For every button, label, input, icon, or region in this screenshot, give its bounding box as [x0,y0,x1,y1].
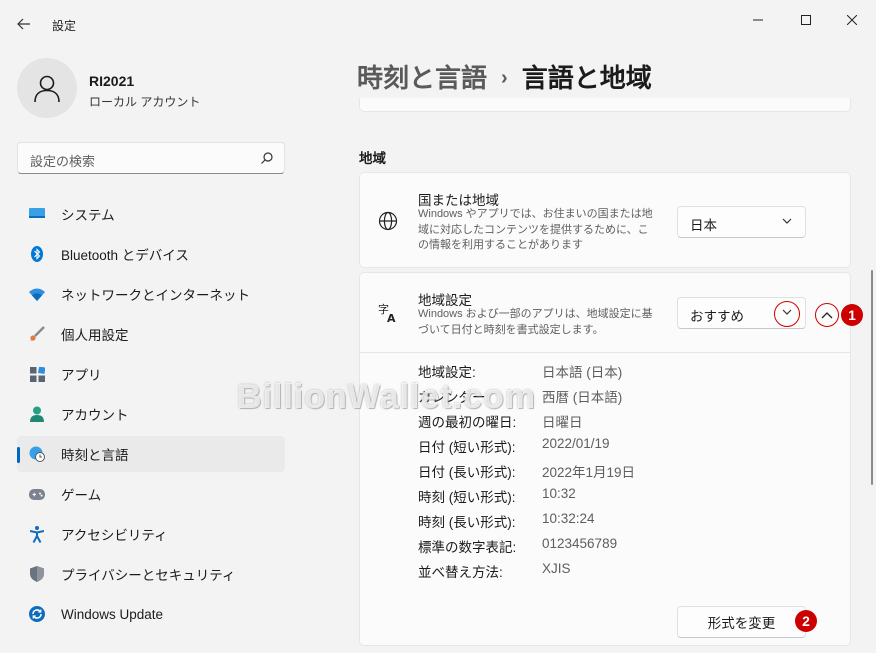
sidebar-item-label: アカウント [61,408,129,423]
svg-text:A: A [387,312,396,323]
search-icon[interactable] [260,151,274,165]
profile-name: RI2021 [89,73,135,89]
detail-value: 西暦 (日本語) [542,390,623,405]
sidebar-item-accounts[interactable]: アカウント [17,396,285,432]
detail-label: 日付 (長い形式): [418,465,516,480]
detail-value: XJIS [542,561,571,576]
maximize-button[interactable] [783,6,829,34]
regional-format-card: 字A 地域設定 Windows および一部のアプリは、地域設定に基づいて日付と時… [359,272,863,646]
detail-label: 時刻 (短い形式): [418,490,516,505]
close-button[interactable] [829,6,875,34]
breadcrumb-parent[interactable]: 時刻と言語 [357,63,487,93]
detail-value: 10:32:24 [542,511,595,526]
regional-format-description: Windows および一部のアプリは、地域設定に基づいて日付と時刻を書式設定しま… [418,308,653,336]
annotation-badge-1: 1 [841,304,863,326]
monitor-icon [29,206,45,222]
collapse-button[interactable] [815,303,839,327]
previous-card-edge [359,98,851,112]
minimize-icon [753,19,763,21]
gamepad-icon [29,486,45,502]
country-region-value: 日本 [690,218,717,233]
detail-label: 日付 (短い形式): [418,440,516,455]
user-icon [34,75,60,103]
sidebar-item-time-language[interactable]: 時刻と言語 [17,436,285,472]
globe-clock-icon [29,446,45,462]
sidebar-item-accessibility[interactable]: アクセシビリティ [17,516,285,552]
detail-label: カレンダー: [418,390,490,405]
sidebar-item-personalization[interactable]: 個人用設定 [17,316,285,352]
regional-format-value: おすすめ [690,309,744,324]
country-region-dropdown[interactable]: 日本 [677,206,806,238]
detail-value: 10:32 [542,486,576,501]
sidebar-item-label: 個人用設定 [61,328,129,343]
language-icon: 字A [378,303,398,323]
regional-format-header[interactable]: 字A 地域設定 Windows および一部のアプリは、地域設定に基づいて日付と時… [360,273,863,353]
sidebar-item-label: Bluetooth とデバイス [61,248,189,263]
change-formats-button[interactable]: 形式を変更 [677,606,806,638]
detail-label: 地域設定: [418,365,476,380]
sidebar-item-label: システム [61,208,115,223]
avatar [17,58,77,118]
maximize-icon [801,15,811,25]
annotation-circle [774,301,800,327]
bluetooth-icon [29,246,45,262]
detail-value: 0123456789 [542,536,618,551]
sidebar-item-gaming[interactable]: ゲーム [17,476,285,512]
user-profile[interactable]: RI2021 ローカル アカウント [17,58,287,118]
wifi-icon [29,286,45,302]
breadcrumb: 時刻と言語 › 言語と地域 [357,58,652,95]
sidebar-item-windows-update[interactable]: Windows Update [17,596,285,632]
detail-value: 2022年1月19日 [542,465,636,480]
page-title: 言語と地域 [521,63,652,93]
search-placeholder: 設定の検索 [30,154,96,169]
sidebar-item-apps[interactable]: アプリ [17,356,285,392]
sidebar-item-label: Windows Update [61,606,164,622]
sidebar-item-privacy[interactable]: プライバシーとセキュリティ [17,556,285,592]
scrollbar[interactable] [871,270,873,485]
app-title: 設定 [52,19,77,33]
region-description: Windows やアプリでは、お住まいの国または地域に対応したコンテンツを提供す… [418,208,653,251]
person-icon [29,406,45,422]
back-button[interactable] [10,10,38,38]
brush-icon [29,326,45,342]
update-icon [29,606,45,622]
chevron-up-icon [821,312,833,319]
annotation-badge-2: 2 [795,610,817,632]
breadcrumb-separator: › [501,67,508,89]
country-region-card: 国または地域 Windows やアプリでは、お住まいの国または地域に対応したコン… [359,172,851,268]
minimize-button[interactable] [735,6,781,34]
detail-value: 日曜日 [542,415,583,430]
chevron-down-icon [782,218,792,224]
region-title: 国または地域 [418,193,499,208]
sidebar-nav: システム Bluetooth とデバイス ネットワークとインターネット 個人用設… [17,196,285,636]
arrow-left-icon [17,18,30,30]
detail-label: 標準の数字表記: [418,540,517,555]
detail-label: 週の最初の曜日: [418,415,517,430]
close-icon [847,15,857,25]
detail-label: 並べ替え方法: [418,565,503,580]
accessibility-icon [29,525,45,543]
sidebar-item-label: アプリ [61,368,102,383]
sidebar-item-network[interactable]: ネットワークとインターネット [17,276,285,312]
sidebar-item-system[interactable]: システム [17,196,285,232]
section-title: 地域 [359,151,386,166]
search-input[interactable]: 設定の検索 [17,142,285,174]
apps-icon [29,366,45,382]
sidebar-item-label: プライバシーとセキュリティ [61,568,236,583]
account-type: ローカル アカウント [89,95,201,109]
detail-label: 時刻 (長い形式): [418,515,516,530]
sidebar-item-label: アクセシビリティ [61,528,168,543]
globe-icon [378,211,398,231]
detail-value: 2022/01/19 [542,436,610,451]
sidebar-item-label: ゲーム [61,488,102,503]
title-bar: 設定 [0,0,876,40]
sidebar-item-bluetooth[interactable]: Bluetooth とデバイス [17,236,285,272]
sidebar-item-label: ネットワークとインターネット [61,288,250,303]
detail-value: 日本語 (日本) [542,365,623,380]
sidebar-item-label: 時刻と言語 [61,448,129,463]
regional-format-title: 地域設定 [418,293,472,308]
shield-icon [29,566,45,582]
